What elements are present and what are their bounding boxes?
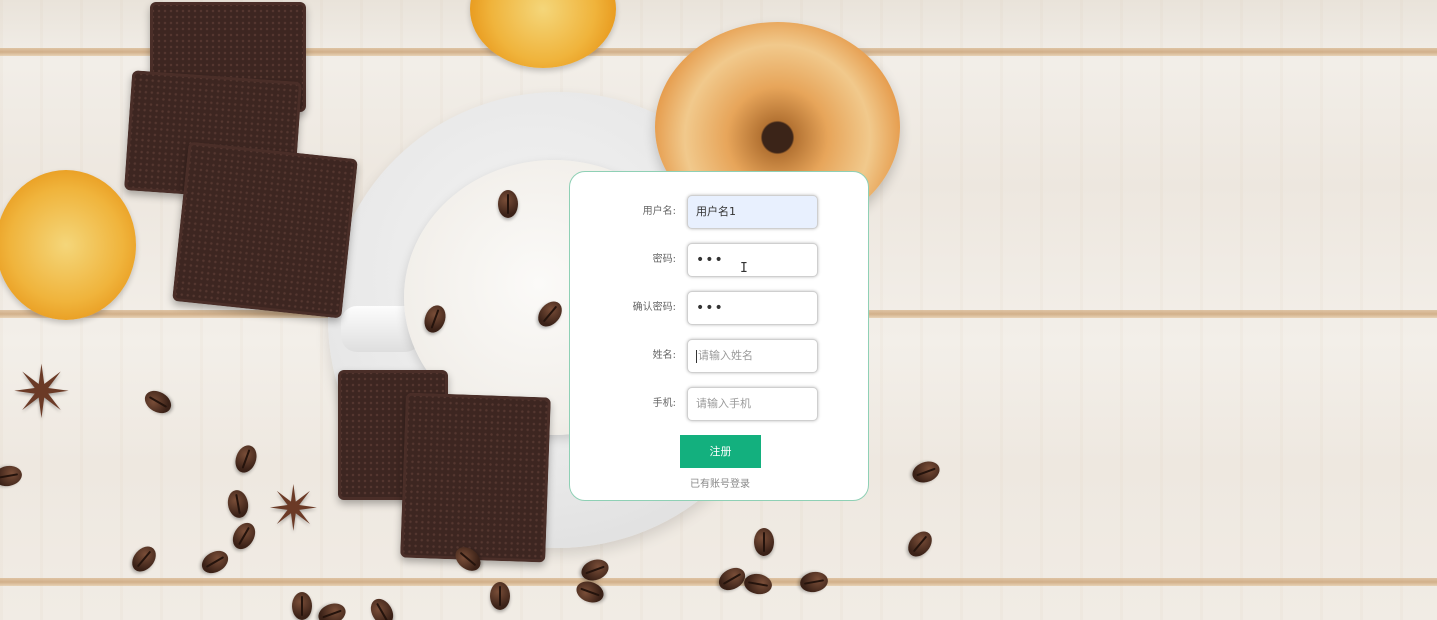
name-placeholder: 请输入姓名 [698, 349, 753, 362]
text-cursor-icon: I [740, 261, 748, 276]
username-row: 用户名: 用户名1 [570, 194, 870, 230]
password-row: 密码: ••• [570, 242, 870, 278]
password-label: 密码: [652, 254, 676, 265]
username-input[interactable]: 用户名1 [687, 195, 818, 229]
phone-input[interactable]: 请输入手机 [687, 387, 818, 421]
phone-placeholder: 请输入手机 [696, 397, 751, 410]
phone-row: 手机: 请输入手机 [570, 386, 870, 422]
username-label: 用户名: [642, 206, 676, 217]
password-input[interactable]: ••• [687, 243, 818, 277]
confirm-password-input[interactable]: ••• [687, 291, 818, 325]
text-caret [696, 349, 697, 363]
register-button[interactable]: 注册 [680, 435, 761, 468]
confirm-password-label: 确认密码: [632, 302, 676, 313]
login-link[interactable]: 已有账号登录 [570, 475, 870, 490]
phone-label: 手机: [652, 398, 676, 409]
confirm-password-row: 确认密码: ••• [570, 290, 870, 326]
name-row: 姓名: 请输入姓名 [570, 338, 870, 374]
name-label: 姓名: [652, 350, 676, 361]
name-input[interactable]: 请输入姓名 [687, 339, 818, 373]
register-card: 用户名: 用户名1 密码: ••• 确认密码: ••• 姓名: 请输入姓名 手机… [569, 171, 869, 501]
